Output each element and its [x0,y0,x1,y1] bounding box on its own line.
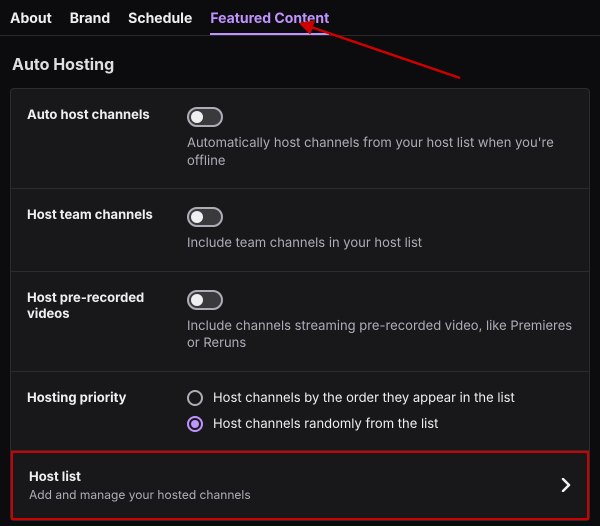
desc-host-team-channels: Include team channels in your host list [187,235,573,253]
radio-label-order: Host channels by the order they appear i… [213,390,515,406]
settings-tabs: About Brand Schedule Featured Content [0,0,600,35]
toggle-host-pre-recorded[interactable] [187,290,223,310]
tab-schedule[interactable]: Schedule [128,10,192,35]
radio-option-random[interactable]: Host channels randomly from the list [187,416,573,432]
row-hosting-priority: Hosting priority Host channels by the or… [11,372,589,451]
desc-host-pre-recorded: Include channels streaming pre-recorded … [187,318,573,353]
section-title-auto-hosting: Auto Hosting [0,54,600,88]
radio-label-random: Host channels randomly from the list [213,416,438,432]
label-host-pre-recorded: Host pre-recorded videos [27,290,187,353]
toggle-auto-host-channels[interactable] [187,107,223,127]
desc-auto-host-channels: Automatically host channels from your ho… [187,135,573,170]
label-host-team-channels: Host team channels [27,207,187,253]
radio-icon [187,416,203,432]
tab-featured-content[interactable]: Featured Content [210,10,329,35]
auto-hosting-panel: Auto host channels Automatically host ch… [10,88,590,521]
toggle-host-team-channels[interactable] [187,207,223,227]
chevron-right-icon [561,478,571,492]
radio-option-order[interactable]: Host channels by the order they appear i… [187,390,573,406]
host-list-title: Host list [29,469,561,485]
host-list-button[interactable]: Host list Add and manage your hosted cha… [11,451,589,520]
radio-group-hosting-priority: Host channels by the order they appear i… [187,390,573,432]
label-hosting-priority: Hosting priority [27,390,187,432]
row-host-team-channels: Host team channels Include team channels… [11,189,589,272]
host-list-subtitle: Add and manage your hosted channels [29,487,561,502]
row-auto-host-channels: Auto host channels Automatically host ch… [11,89,589,189]
tab-brand[interactable]: Brand [70,10,110,35]
label-auto-host-channels: Auto host channels [27,107,187,170]
row-host-pre-recorded: Host pre-recorded videos Include channel… [11,272,589,372]
tab-about[interactable]: About [10,10,52,35]
radio-icon [187,390,203,406]
